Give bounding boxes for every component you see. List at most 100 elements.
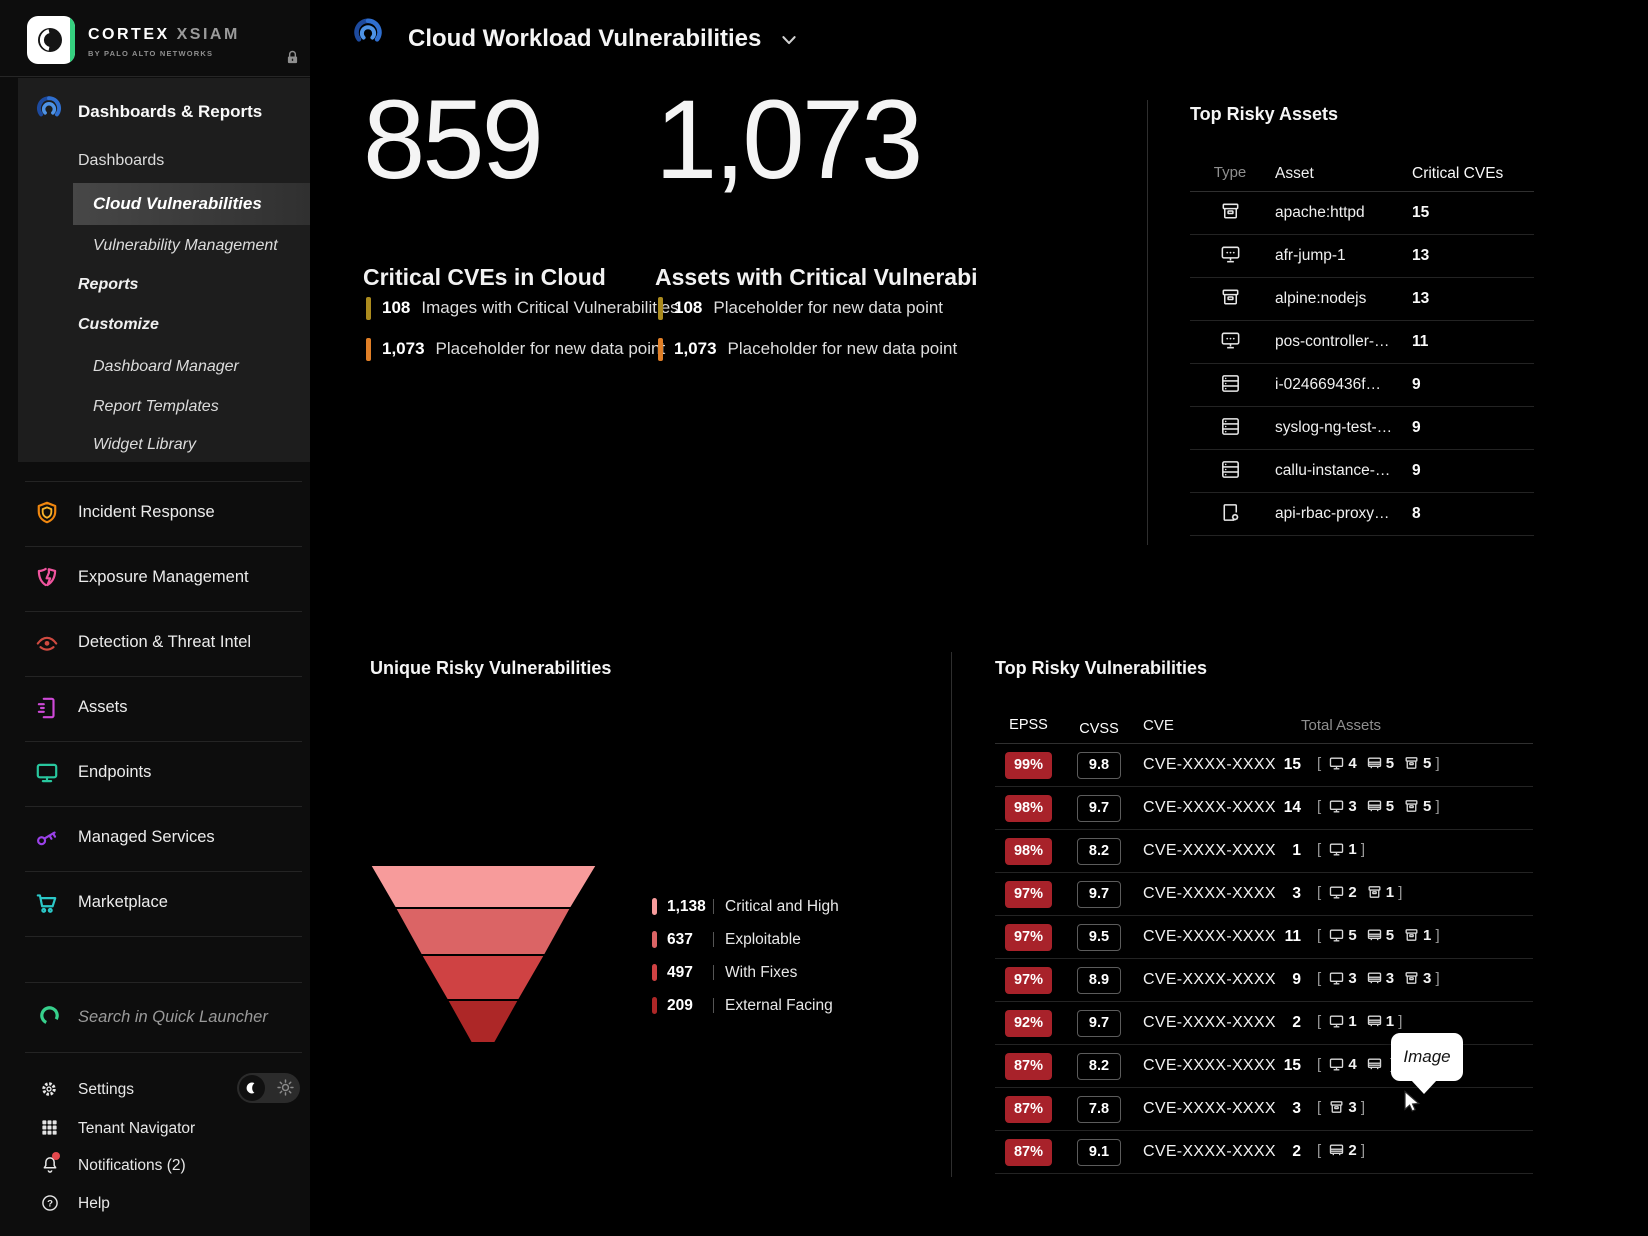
host-icon [1366,1056,1383,1073]
column-type: Type [1208,164,1252,181]
table-row[interactable]: 98% 8.2 CVE-XXXX-XXXX 1 1 [995,830,1533,873]
substat-label: Placeholder for new data point [436,339,666,359]
table-row[interactable]: 97% 9.5 CVE-XXXX-XXXX 11 5 5 1 [995,916,1533,959]
asset-breakdown: 2 1 [1317,884,1402,901]
cvss-score: 9.8 [1077,752,1121,779]
asset-name[interactable]: syslog-ng-test-… [1275,419,1392,437]
moon-icon [244,1080,260,1096]
sidebar-item-assets[interactable]: Assets [0,676,310,741]
sidebar-item-customize[interactable]: Customize [78,308,159,342]
total-assets-count: 1 [1271,842,1301,860]
asset-breakdown: 2 [1317,1142,1365,1159]
lock-icon [284,48,301,67]
table-row[interactable]: 97% 9.7 CVE-XXXX-XXXX 3 2 1 [995,873,1533,916]
endpoint-icon [1328,884,1345,901]
table-row[interactable]: 97% 8.9 CVE-XXXX-XXXX 9 3 3 3 [995,959,1533,1002]
asset-name[interactable]: pos-controller-… [1275,333,1390,351]
table-row[interactable]: 98% 9.7 CVE-XXXX-XXXX 14 3 5 5 [995,787,1533,830]
legend-marker [652,931,657,948]
sidebar: CORTEX XSIAM BY PALO ALTO NETWORKS Dashb… [0,0,310,1236]
notifications-label: Notifications (2) [78,1157,186,1175]
cve-id[interactable]: CVE-XXXX-XXXX [1143,885,1276,903]
cve-count: 9 [1412,462,1421,480]
asset-breakdown: 4 5 5 [1317,755,1440,772]
chevron-down-icon[interactable] [782,36,796,45]
total-assets-count: 15 [1271,1057,1301,1075]
total-assets-count: 3 [1271,1100,1301,1118]
sidebar-item-marketplace[interactable]: Marketplace [0,871,310,936]
asset-name[interactable]: alpine:nodejs [1275,290,1366,308]
table-row[interactable]: pos-controller-… 11 [1190,321,1534,364]
sidebar-item-endpoints[interactable]: Endpoints [0,741,310,806]
sidebar-item-label: Cloud Vulnerabilities [93,183,262,225]
cvss-score: 9.7 [1077,1010,1121,1037]
column-epss: EPSS [1005,717,1052,733]
sidebar-item-reports[interactable]: Reports [78,268,138,302]
menu-label: Endpoints [78,763,151,782]
cve-id[interactable]: CVE-XXXX-XXXX [1143,799,1276,817]
cve-count: 13 [1412,290,1429,308]
endpoint-icon [1219,243,1242,266]
stat-substat: 108 Placeholder for new data point [658,296,943,320]
legend-value: 497 [667,964,713,982]
cve-count: 11 [1412,333,1428,351]
gauge-icon [35,94,63,122]
epss-badge: 87% [1005,1139,1052,1166]
asset-name[interactable]: afr-jump-1 [1275,247,1346,265]
sidebar-item-cloud-vulnerabilities[interactable]: Cloud Vulnerabilities [73,183,310,225]
cve-count: 9 [1412,376,1421,394]
table-row[interactable]: 87% 7.8 CVE-XXXX-XXXX 3 3 [995,1088,1533,1131]
cve-id[interactable]: CVE-XXXX-XXXX [1143,756,1276,774]
stat-substat: 1,073 Placeholder for new data point [366,337,665,361]
table-row[interactable]: api-rbac-proxy… 8 [1190,493,1534,536]
cve-count: 8 [1412,505,1421,523]
column-critical-cves: Critical CVEs [1412,165,1503,183]
asset-breakdown: 1 1 [1317,1013,1402,1030]
asset-breakdown: 3 3 3 [1317,970,1440,987]
table-row[interactable]: 87% 9.1 CVE-XXXX-XXXX 2 2 [995,1131,1533,1174]
page-title[interactable]: Cloud Workload Vulnerabilities [408,25,761,53]
table-row[interactable]: alpine:nodejs 13 [1190,278,1534,321]
cve-id[interactable]: CVE-XXXX-XXXX [1143,928,1276,946]
epss-badge: 98% [1005,838,1052,865]
table-row[interactable]: afr-jump-1 13 [1190,235,1534,278]
table-row[interactable]: 99% 9.8 CVE-XXXX-XXXX 15 4 5 5 [995,744,1533,787]
cortex-logo [27,16,75,64]
sidebar-item-widget-library[interactable]: Widget Library [93,428,196,462]
sidebar-item-detection-threat-intel[interactable]: Detection & Threat Intel [0,611,310,676]
sidebar-item-dashboards[interactable]: Dashboards [78,144,164,178]
table-row[interactable]: callu-instance-… 9 [1190,450,1534,493]
host-icon [1366,970,1383,987]
asset-name[interactable]: api-rbac-proxy… [1275,505,1390,523]
asset-name[interactable]: apache:httpd [1275,204,1365,222]
substat-label: Images with Critical Vulnerabilities [421,298,678,318]
logo-accent-bar [70,16,75,64]
table-row[interactable]: apache:httpd 15 [1190,192,1534,235]
substat-bar [366,297,371,320]
cve-id[interactable]: CVE-XXXX-XXXX [1143,1057,1276,1075]
theme-toggle[interactable] [237,1073,300,1103]
asset-name[interactable]: callu-instance-… [1275,462,1390,480]
cvss-score: 7.8 [1077,1096,1121,1123]
sidebar-item-dashboard-manager[interactable]: Dashboard Manager [93,350,239,384]
cve-id[interactable]: CVE-XXXX-XXXX [1143,1143,1276,1161]
cve-id[interactable]: CVE-XXXX-XXXX [1143,1100,1276,1118]
stat-assets-value: 1,073 [655,84,920,196]
brand-xsiam: XSIAM [177,26,240,43]
table-row[interactable]: i-024669436f… 9 [1190,364,1534,407]
sidebar-item-report-templates[interactable]: Report Templates [93,390,219,424]
cve-id[interactable]: CVE-XXXX-XXXX [1143,1014,1276,1032]
column-cvss: CVSS [1077,717,1121,744]
cve-id[interactable]: CVE-XXXX-XXXX [1143,971,1276,989]
asset-name[interactable]: i-024669436f… [1275,376,1381,394]
sidebar-item-exposure-management[interactable]: Exposure Management [0,546,310,611]
top-risky-vulnerabilities-title: Top Risky Vulnerabilities [995,658,1207,679]
image-tooltip: Image [1391,1033,1463,1081]
cve-id[interactable]: CVE-XXXX-XXXX [1143,842,1276,860]
sidebar-item-vulnerability-management[interactable]: Vulnerability Management [93,229,278,263]
sidebar-item-managed-services[interactable]: Managed Services [0,806,310,871]
quick-launcher-search[interactable]: Search in Quick Launcher [78,1008,268,1027]
help-icon [40,1193,60,1213]
table-row[interactable]: syslog-ng-test-… 9 [1190,407,1534,450]
sidebar-item-incident-response[interactable]: Incident Response [0,481,310,546]
